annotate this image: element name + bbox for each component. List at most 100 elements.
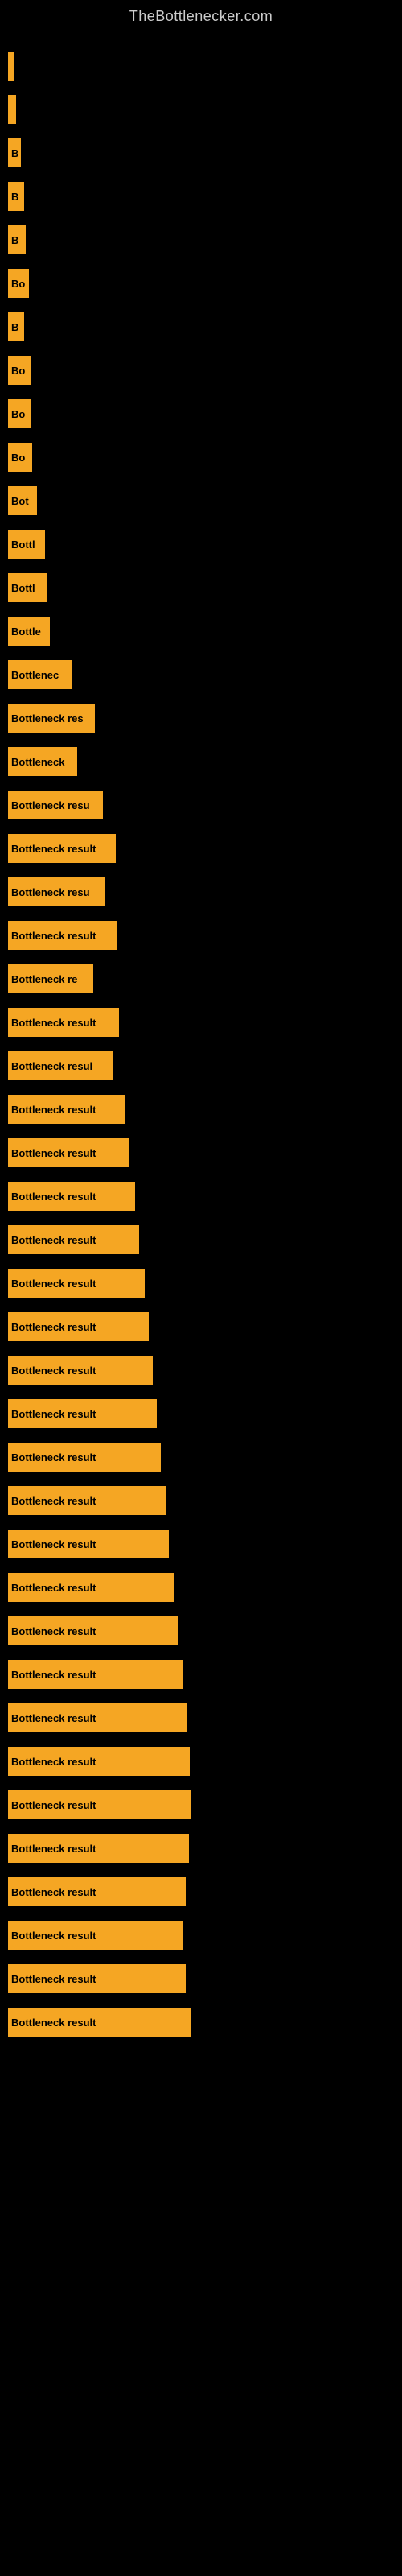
bar-label: Bo bbox=[11, 278, 25, 290]
bar-label: Bottleneck result bbox=[11, 930, 96, 942]
bar-row: Bottleneck re bbox=[8, 958, 402, 1000]
bar-item: B bbox=[8, 182, 24, 211]
bar-row: B bbox=[8, 175, 402, 217]
bar-label: Bottleneck res bbox=[11, 712, 84, 724]
bar-row: Bottleneck result bbox=[8, 1306, 402, 1348]
bar-row: Bo bbox=[8, 393, 402, 435]
bar-label: Bottleneck result bbox=[11, 1973, 96, 1985]
bar-label: Bottleneck result bbox=[11, 1451, 96, 1463]
bar-label: Bo bbox=[11, 452, 25, 464]
bar-item: Bottleneck result bbox=[8, 1921, 183, 1950]
bar-item: Bottleneck result bbox=[8, 834, 116, 863]
bar-label: Bo bbox=[11, 365, 25, 377]
bar-row bbox=[8, 89, 402, 130]
bar-item: Bottl bbox=[8, 573, 47, 602]
bar-row: Bot bbox=[8, 480, 402, 522]
bar-row: Bottleneck result bbox=[8, 1958, 402, 2000]
bar-row: Bottleneck result bbox=[8, 1610, 402, 1652]
bar-label: Bottleneck result bbox=[11, 1191, 96, 1203]
bar-row: Bottleneck result bbox=[8, 1393, 402, 1435]
bar-label: Bo bbox=[11, 408, 25, 420]
bar-row: Bottl bbox=[8, 523, 402, 565]
bar-label: Bot bbox=[11, 495, 29, 507]
bar-row: Bottleneck result bbox=[8, 1132, 402, 1174]
bar-item: Bottleneck resu bbox=[8, 877, 105, 906]
bar-item: Bottleneck res bbox=[8, 704, 95, 733]
bar-label: Bottleneck resu bbox=[11, 799, 90, 811]
bar-item: Bottleneck result bbox=[8, 1616, 178, 1645]
bar-item: Bottleneck resu bbox=[8, 791, 103, 819]
bar-label: Bottleneck result bbox=[11, 1321, 96, 1333]
bar-item: Bottleneck result bbox=[8, 1356, 153, 1385]
bar-item bbox=[8, 52, 14, 80]
bar-row: Bo bbox=[8, 349, 402, 391]
bar-label: Bottl bbox=[11, 539, 35, 551]
bar-row: Bottleneck result bbox=[8, 1784, 402, 1826]
bar-item: Bottleneck result bbox=[8, 1008, 119, 1037]
bar-item: Bottleneck result bbox=[8, 1225, 139, 1254]
bar-label: Bottleneck result bbox=[11, 1843, 96, 1855]
bar-item: Bottleneck result bbox=[8, 1095, 125, 1124]
bar-item: Bottleneck result bbox=[8, 1312, 149, 1341]
bar-label: Bottleneck resu bbox=[11, 886, 90, 898]
bar-label: B bbox=[11, 147, 18, 159]
bar-item: Bottleneck result bbox=[8, 1399, 157, 1428]
bar-item: Bottlenec bbox=[8, 660, 72, 689]
bar-row: Bottleneck resu bbox=[8, 871, 402, 913]
bar-label: Bottleneck result bbox=[11, 1756, 96, 1768]
bar-label: Bottlenec bbox=[11, 669, 59, 681]
bar-item: Bottleneck result bbox=[8, 1530, 169, 1558]
bar-item: Bottleneck result bbox=[8, 1790, 191, 1819]
bar-item: B bbox=[8, 225, 26, 254]
bar-row: Bottleneck result bbox=[8, 1175, 402, 1217]
bar-row: Bottleneck result bbox=[8, 1740, 402, 1782]
bar-label: B bbox=[11, 191, 18, 203]
bar-item: Bottleneck result bbox=[8, 1443, 161, 1472]
bar-row: Bottleneck result bbox=[8, 1262, 402, 1304]
bar-row: Bottleneck result bbox=[8, 1436, 402, 1478]
bar-row: Bottleneck result bbox=[8, 1697, 402, 1739]
bar-item: Bottleneck result bbox=[8, 1138, 129, 1167]
bar-row: Bottlenec bbox=[8, 654, 402, 696]
bar-row: B bbox=[8, 306, 402, 348]
bar-label: Bottleneck result bbox=[11, 1278, 96, 1290]
bar-row: B bbox=[8, 219, 402, 261]
bar-label: Bottleneck result bbox=[11, 1799, 96, 1811]
site-title: TheBottlenecker.com bbox=[0, 0, 402, 29]
bar-row: Bottleneck res bbox=[8, 697, 402, 739]
bar-item: B bbox=[8, 138, 21, 167]
bar-item: Bottl bbox=[8, 530, 45, 559]
bar-item: Bot bbox=[8, 486, 37, 515]
bar-row: Bo bbox=[8, 262, 402, 304]
bar-row: Bottleneck bbox=[8, 741, 402, 782]
bar-item: Bo bbox=[8, 269, 29, 298]
bar-label: Bottleneck result bbox=[11, 1408, 96, 1420]
bar-label: Bottleneck result bbox=[11, 1147, 96, 1159]
bar-label: Bottleneck result bbox=[11, 1495, 96, 1507]
bar-row: Bottleneck result bbox=[8, 1480, 402, 1521]
bar-item: Bottleneck result bbox=[8, 1747, 190, 1776]
bar-label: Bottl bbox=[11, 582, 35, 594]
bars-container: B B B Bo B Bo Bo Bo Bot Bottl Bottl Bottle Bottlenec… bbox=[0, 29, 402, 2053]
bar-label: Bottle bbox=[11, 625, 41, 638]
bar-item: Bottle bbox=[8, 617, 50, 646]
bar-row: Bottleneck result bbox=[8, 1219, 402, 1261]
bar-row: Bottleneck result bbox=[8, 1567, 402, 1608]
bar-row: Bottleneck result bbox=[8, 2001, 402, 2043]
bar-label: Bottleneck result bbox=[11, 2017, 96, 2029]
bar-label: Bottleneck result bbox=[11, 1625, 96, 1637]
bar-row: B bbox=[8, 132, 402, 174]
bar-row: Bottleneck result bbox=[8, 1914, 402, 1956]
bar-item: Bottleneck re bbox=[8, 964, 93, 993]
bar-label: Bottleneck result bbox=[11, 1582, 96, 1594]
bar-row: Bottleneck result bbox=[8, 1001, 402, 1043]
bar-label: Bottleneck resul bbox=[11, 1060, 92, 1072]
bar-label: Bottleneck result bbox=[11, 1234, 96, 1246]
bar-label: Bottleneck bbox=[11, 756, 64, 768]
bar-item: Bottleneck result bbox=[8, 921, 117, 950]
bar-row: Bottle bbox=[8, 610, 402, 652]
bar-item: B bbox=[8, 312, 24, 341]
bar-row: Bottleneck result bbox=[8, 1088, 402, 1130]
bar-row: Bottleneck result bbox=[8, 1349, 402, 1391]
bar-label: B bbox=[11, 321, 18, 333]
